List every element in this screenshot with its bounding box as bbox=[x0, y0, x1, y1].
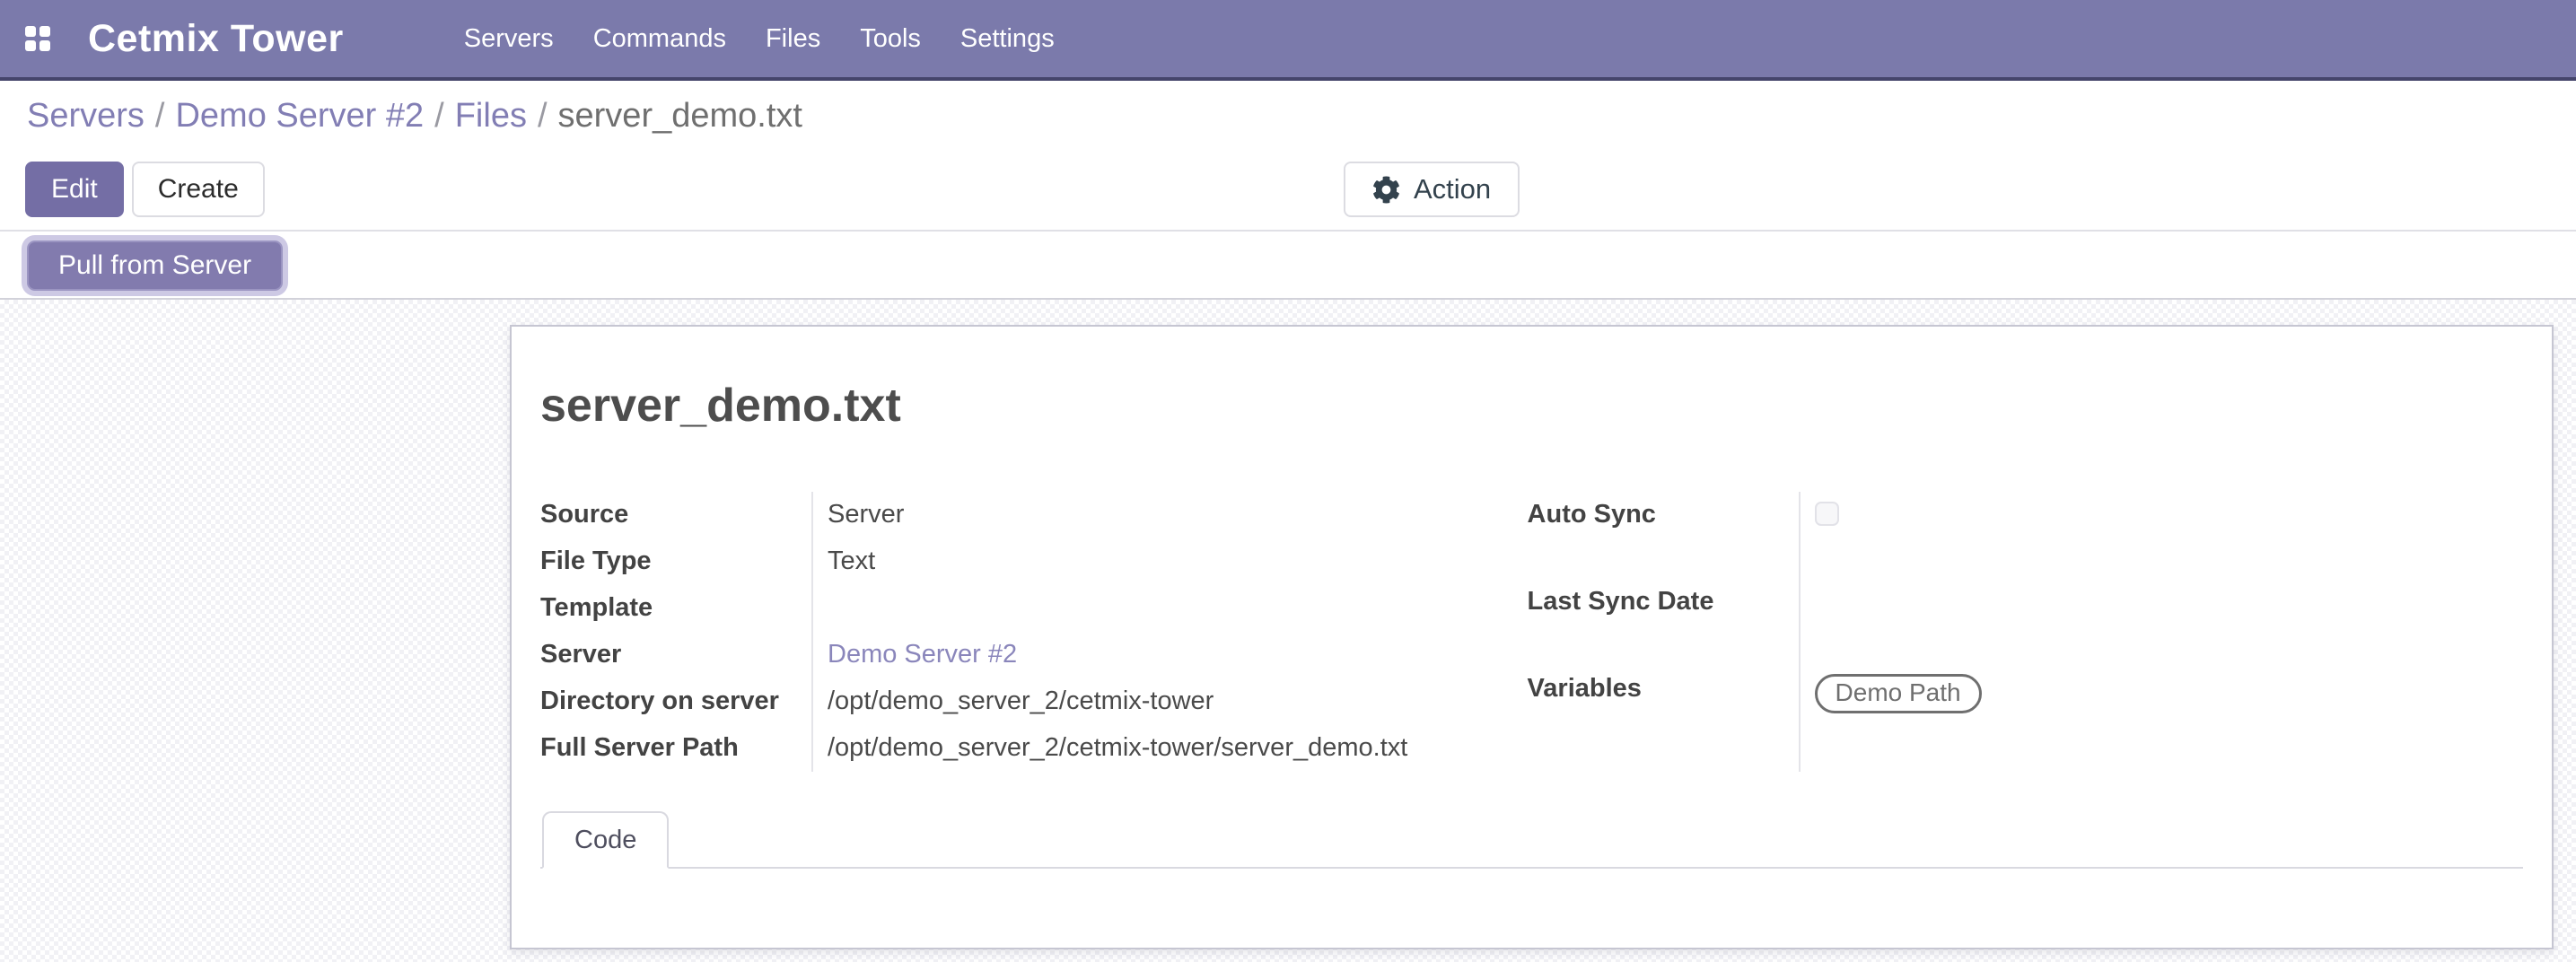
nav-item-commands[interactable]: Commands bbox=[574, 0, 746, 77]
notebook: Code bbox=[540, 811, 2523, 869]
field-row-server: Server Demo Server #2 bbox=[540, 632, 1438, 678]
field-label-template: Template bbox=[540, 585, 812, 632]
apps-grid-square bbox=[39, 40, 50, 51]
apps-grid-square bbox=[39, 26, 50, 37]
field-label-directory: Directory on server bbox=[540, 678, 812, 725]
field-group-left: Source Server File Type Text Template Se… bbox=[540, 492, 1438, 772]
create-button[interactable]: Create bbox=[132, 162, 265, 217]
breadcrumb-separator: / bbox=[527, 97, 558, 135]
breadcrumb-link-files[interactable]: Files bbox=[455, 97, 527, 135]
field-row-source: Source Server bbox=[540, 492, 1438, 538]
gear-icon bbox=[1372, 176, 1400, 204]
nav-item-files[interactable]: Files bbox=[746, 0, 840, 77]
field-row-template: Template bbox=[540, 585, 1438, 632]
tab-strip: Code bbox=[540, 811, 2523, 869]
field-label-variables: Variables bbox=[1528, 666, 1800, 772]
field-label-auto-sync: Auto Sync bbox=[1528, 492, 1800, 579]
field-row-variables: Variables Demo Path bbox=[1528, 666, 2523, 772]
control-panel-buttons: Edit Create bbox=[25, 162, 265, 217]
page-title: server_demo.txt bbox=[540, 379, 2523, 433]
field-label-last-sync-date: Last Sync Date bbox=[1528, 579, 1800, 666]
apps-grid-icon[interactable] bbox=[25, 26, 50, 51]
app-brand[interactable]: Cetmix Tower bbox=[88, 17, 344, 61]
field-row-last-sync-date: Last Sync Date bbox=[1528, 579, 2523, 666]
field-row-directory: Directory on server /opt/demo_server_2/c… bbox=[540, 678, 1438, 725]
field-value-directory: /opt/demo_server_2/cetmix-tower bbox=[812, 678, 1438, 725]
field-value-file-type: Text bbox=[812, 538, 1438, 585]
action-button[interactable]: Action bbox=[1344, 162, 1520, 217]
nav-item-servers[interactable]: Servers bbox=[444, 0, 574, 77]
field-value-full-server-path: /opt/demo_server_2/cetmix-tower/server_d… bbox=[812, 725, 1438, 772]
field-value-variables: Demo Path bbox=[1800, 666, 2523, 772]
control-panel: Servers/Demo Server #2/Files/server_demo… bbox=[0, 84, 2576, 232]
auto-sync-checkbox[interactable] bbox=[1815, 502, 1839, 526]
breadcrumb-separator: / bbox=[424, 97, 455, 135]
breadcrumb-current: server_demo.txt bbox=[558, 97, 802, 135]
field-row-auto-sync: Auto Sync bbox=[1528, 492, 2523, 579]
field-label-server: Server bbox=[540, 632, 812, 678]
field-row-full-server-path: Full Server Path /opt/demo_server_2/cetm… bbox=[540, 725, 1438, 772]
tab-code[interactable]: Code bbox=[542, 811, 669, 869]
breadcrumb-link-servers[interactable]: Servers bbox=[27, 97, 145, 135]
action-button-label: Action bbox=[1414, 173, 1491, 206]
main-navbar: Cetmix Tower Servers Commands Files Tool… bbox=[0, 0, 2576, 81]
edit-button[interactable]: Edit bbox=[25, 162, 124, 217]
nav-item-tools[interactable]: Tools bbox=[840, 0, 941, 77]
form-sheet: server_demo.txt Source Server File Type … bbox=[510, 325, 2554, 949]
pull-from-server-button[interactable]: Pull from Server bbox=[27, 240, 283, 291]
field-label-file-type: File Type bbox=[540, 538, 812, 585]
field-groups: Source Server File Type Text Template Se… bbox=[540, 492, 2523, 772]
field-value-source: Server bbox=[812, 492, 1438, 538]
apps-grid-square bbox=[25, 26, 36, 37]
field-label-full-server-path: Full Server Path bbox=[540, 725, 812, 772]
field-label-source: Source bbox=[540, 492, 812, 538]
navbar-menu: Servers Commands Files Tools Settings bbox=[444, 0, 1074, 77]
form-statusbar: Pull from Server bbox=[0, 233, 2576, 300]
field-group-right: Auto Sync Last Sync Date Variables Demo … bbox=[1528, 492, 2523, 772]
field-value-server: Demo Server #2 bbox=[812, 632, 1438, 678]
breadcrumb-separator: / bbox=[145, 97, 176, 135]
server-link[interactable]: Demo Server #2 bbox=[828, 640, 1017, 669]
breadcrumb: Servers/Demo Server #2/Files/server_demo… bbox=[27, 97, 802, 136]
field-value-last-sync-date bbox=[1800, 579, 2523, 666]
nav-item-settings[interactable]: Settings bbox=[941, 0, 1074, 77]
variable-tag-demo-path: Demo Path bbox=[1815, 674, 1982, 713]
apps-grid-square bbox=[25, 40, 36, 51]
form-background: server_demo.txt Source Server File Type … bbox=[0, 300, 2576, 962]
field-value-template bbox=[812, 585, 1438, 632]
field-value-auto-sync bbox=[1800, 492, 2523, 579]
field-row-file-type: File Type Text bbox=[540, 538, 1438, 585]
breadcrumb-link-demo-server-2[interactable]: Demo Server #2 bbox=[175, 97, 424, 135]
